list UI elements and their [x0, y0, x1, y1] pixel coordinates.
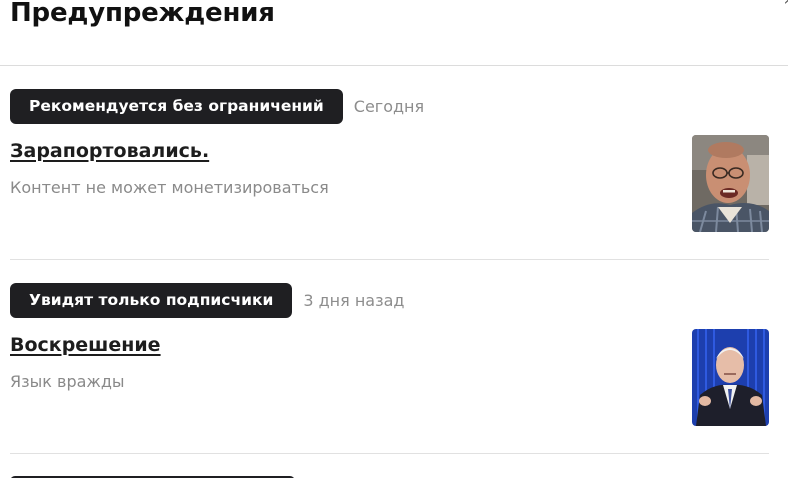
warning-meta-row: Рекомендуется без ограничений Сегодня: [10, 89, 769, 124]
restriction-badge: Рекомендуется без ограничений: [10, 89, 343, 124]
item-divider: [10, 453, 769, 454]
post-thumbnail[interactable]: [692, 329, 769, 426]
portrait-older-man-photo: [692, 135, 769, 232]
close-icon[interactable]: ›: [784, 0, 788, 8]
page-title: Предупреждения: [10, 0, 275, 28]
warnings-page: Предупреждения › Рекомендуется без огран…: [0, 0, 788, 478]
post-title-link[interactable]: Зарапортовались.: [10, 140, 209, 162]
warning-date: 3 дня назад: [303, 291, 405, 310]
header-divider: [0, 65, 788, 66]
portrait-man-suit-blue-backdrop-photo: [692, 329, 769, 426]
warning-item: Рекомендуется без ограничений Сегодня За…: [10, 89, 769, 259]
post-title-link[interactable]: Воскрешение: [10, 334, 161, 356]
warning-date: Сегодня: [353, 97, 425, 116]
warning-reason: Язык вражды: [10, 372, 125, 391]
warning-meta-row: Увидят только подписчики 3 дня назад: [10, 283, 769, 318]
item-divider: [10, 259, 769, 260]
post-thumbnail[interactable]: [692, 135, 769, 232]
warning-item: Увидят только подписчики 3 дня назад Вос…: [10, 283, 769, 453]
warning-reason: Контент не может монетизироваться: [10, 178, 329, 197]
restriction-badge: Увидят только подписчики: [10, 283, 293, 318]
